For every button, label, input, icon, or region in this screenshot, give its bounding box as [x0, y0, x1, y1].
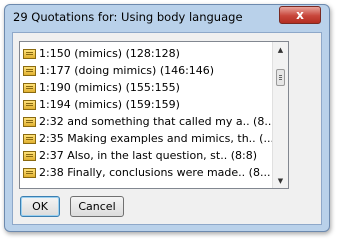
- list-item[interactable]: 2:35 Making examples and mimics, th.. (.…: [23, 130, 274, 147]
- quotation-icon: [23, 150, 36, 161]
- ok-button[interactable]: OK: [20, 196, 60, 217]
- list-item[interactable]: 2:38 Finally, conclusions were made.. (8…: [23, 164, 270, 181]
- vertical-scrollbar[interactable]: ▲ ▼: [272, 42, 288, 188]
- scroll-up-icon: ▲: [277, 45, 284, 54]
- list-item-label: 1:150 (mimics) (128:128): [39, 47, 180, 60]
- list-item-label: 2:37 Also, in the last question, st.. (8…: [39, 149, 257, 162]
- list-item-label: 1:194 (mimics) (159:159): [39, 98, 180, 111]
- list-item[interactable]: 1:177 (doing mimics) (146:146): [23, 62, 214, 79]
- close-button[interactable]: x: [279, 6, 321, 24]
- list-item-label: 2:32 and something that called my a.. (8…: [39, 115, 275, 128]
- list-item-label: 2:35 Making examples and mimics, th.. (.…: [39, 132, 274, 145]
- list-item[interactable]: 2:37 Also, in the last question, st.. (8…: [23, 147, 257, 164]
- quotations-dialog: 29 Quotations for: Using body language x…: [4, 4, 330, 232]
- list-item-label: 2:38 Finally, conclusions were made.. (8…: [39, 166, 271, 179]
- quotation-icon: [23, 65, 36, 76]
- list-item-label: 1:190 (mimics) (155:155): [39, 81, 180, 94]
- list-item[interactable]: 2:32 and something that called my a.. (8…: [23, 113, 275, 130]
- title-bar[interactable]: 29 Quotations for: Using body language x: [5, 5, 329, 31]
- scroll-up-button[interactable]: ▲: [273, 42, 288, 57]
- quotation-icon: [23, 167, 36, 178]
- list-item-label: 1:177 (doing mimics) (146:146): [39, 64, 215, 77]
- quotation-icon: [23, 82, 36, 93]
- scroll-thumb[interactable]: [276, 69, 285, 86]
- dialog-title: 29 Quotations for: Using body language: [13, 10, 243, 24]
- list-item[interactable]: 1:194 (mimics) (159:159): [23, 96, 180, 113]
- close-icon: x: [296, 8, 304, 22]
- quotation-icon: [23, 48, 36, 59]
- list-item[interactable]: 1:190 (mimics) (155:155): [23, 79, 180, 96]
- cancel-button[interactable]: Cancel: [70, 196, 124, 217]
- quotation-icon: [23, 133, 36, 144]
- quotations-list[interactable]: 1:150 (mimics) (128:128) 1:177 (doing mi…: [19, 41, 289, 189]
- dialog-body: 1:150 (mimics) (128:128) 1:177 (doing mi…: [12, 32, 322, 225]
- scroll-down-button[interactable]: ▼: [273, 173, 288, 188]
- quotation-icon: [23, 99, 36, 110]
- list-item[interactable]: 1:150 (mimics) (128:128): [23, 45, 180, 62]
- scroll-down-icon: ▼: [277, 176, 284, 185]
- quotation-icon: [23, 116, 36, 127]
